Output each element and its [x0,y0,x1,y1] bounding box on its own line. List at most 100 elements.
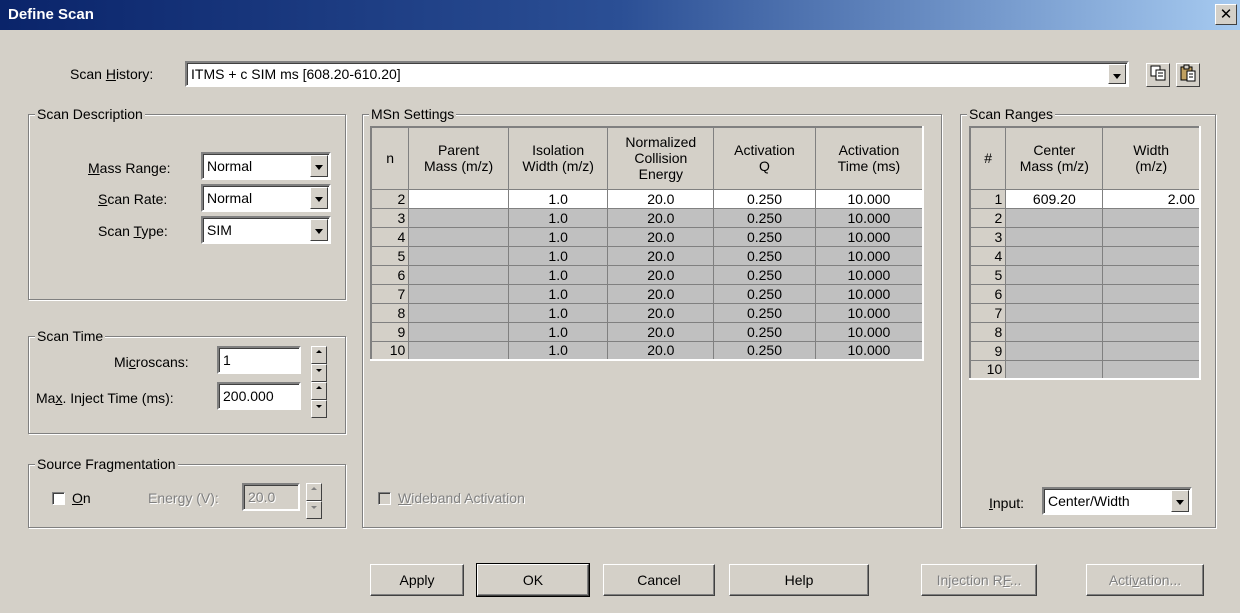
help-button[interactable]: Help [729,564,869,596]
scan-type-select[interactable]: SIM [201,216,331,244]
scan-range-cell-width[interactable]: 2.00 [1102,188,1201,209]
msn-cell-parent[interactable] [408,207,509,228]
msn-cell-q[interactable]: 0.250 [713,245,816,266]
msn-cell-energy[interactable]: 20.0 [607,226,715,247]
wideband-activation-checkbox[interactable] [378,492,391,505]
microscans-spinner[interactable] [311,346,327,382]
msn-cell-time[interactable]: 10.000 [814,302,924,323]
cancel-button[interactable]: Cancel [603,564,715,596]
msn-cell-energy[interactable]: 20.0 [607,207,715,228]
msn-cell-energy[interactable]: 20.0 [607,302,715,323]
msn-cell-energy[interactable]: 20.0 [607,340,715,361]
scan-range-cell-center[interactable] [1005,245,1104,266]
scan-range-cell-center[interactable] [1005,359,1104,380]
msn-cell-isolation[interactable]: 1.0 [507,226,609,247]
spin-down-icon[interactable] [311,364,327,382]
spin-down-icon[interactable] [311,400,327,418]
scan-range-cell-center[interactable] [1005,207,1104,228]
paste-icon[interactable] [1176,63,1200,87]
microscans-input[interactable]: 1 [217,346,301,374]
msn-settings-table[interactable]: n Parent Mass (m/z) Isolation Width (m/z) N… [370,126,924,361]
msn-cell-q[interactable]: 0.250 [713,188,816,209]
chevron-down-icon[interactable] [1171,490,1189,512]
scan-range-cell-center[interactable] [1005,340,1104,361]
spin-down-icon[interactable] [306,501,322,519]
msn-cell-parent[interactable] [408,226,509,247]
close-icon[interactable]: ✕ [1215,4,1237,25]
msn-cell-parent[interactable] [408,283,509,304]
scan-range-cell-width[interactable] [1102,359,1201,380]
ok-button[interactable]: OK [476,563,590,597]
msn-cell-q[interactable]: 0.250 [713,340,816,361]
msn-cell-energy[interactable]: 20.0 [607,245,715,266]
msn-cell-energy[interactable]: 20.0 [607,283,715,304]
scan-range-cell-center[interactable] [1005,264,1104,285]
scan-rate-select[interactable]: Normal [201,184,331,212]
msn-cell-isolation[interactable]: 1.0 [507,340,609,361]
msn-cell-parent[interactable] [408,321,509,342]
max-inject-input[interactable]: 200.000 [217,382,301,410]
scan-range-cell-width[interactable] [1102,245,1201,266]
scan-range-cell-width[interactable] [1102,264,1201,285]
msn-cell-q[interactable]: 0.250 [713,321,816,342]
msn-cell-time[interactable]: 10.000 [814,340,924,361]
scan-range-cell-width[interactable] [1102,207,1201,228]
msn-cell-isolation[interactable]: 1.0 [507,207,609,228]
msn-cell-q[interactable]: 0.250 [713,302,816,323]
injection-rf-button[interactable]: Injection RF... [921,564,1037,596]
msn-cell-isolation[interactable]: 1.0 [507,264,609,285]
scan-range-cell-center[interactable] [1005,302,1104,323]
msn-cell-energy[interactable]: 20.0 [607,188,715,209]
scan-ranges-table[interactable]: # Center Mass (m/z) Width (m/z) 1 609.20 2.0… [969,126,1201,380]
copy-icon[interactable] [1146,63,1170,87]
scan-range-cell-width[interactable] [1102,283,1201,304]
chevron-down-icon[interactable] [310,155,328,177]
msn-cell-energy[interactable]: 20.0 [607,264,715,285]
msn-cell-time[interactable]: 10.000 [814,321,924,342]
activation-button[interactable]: Activation... [1086,564,1204,596]
msn-cell-time[interactable]: 10.000 [814,245,924,266]
energy-spinner[interactable] [306,483,322,519]
chevron-down-icon[interactable] [310,187,328,209]
source-frag-on-checkbox[interactable] [52,492,65,505]
msn-cell-parent[interactable] [408,264,509,285]
input-mode-select[interactable]: Center/Width [1042,487,1192,515]
scan-range-cell-center[interactable] [1005,283,1104,304]
chevron-down-icon[interactable] [1108,64,1126,84]
apply-button[interactable]: Apply [370,564,464,596]
max-inject-spinner[interactable] [311,382,327,418]
msn-cell-isolation[interactable]: 1.0 [507,321,609,342]
spin-up-icon[interactable] [311,346,327,364]
msn-cell-q[interactable]: 0.250 [713,207,816,228]
chevron-down-icon[interactable] [310,219,328,241]
msn-cell-time[interactable]: 10.000 [814,207,924,228]
msn-cell-isolation[interactable]: 1.0 [507,302,609,323]
mass-range-select[interactable]: Normal [201,152,331,180]
scan-range-cell-width[interactable] [1102,340,1201,361]
msn-cell-parent[interactable] [408,245,509,266]
msn-cell-parent[interactable] [408,340,509,361]
msn-cell-q[interactable]: 0.250 [713,264,816,285]
msn-cell-time[interactable]: 10.000 [814,264,924,285]
msn-cell-parent[interactable] [408,302,509,323]
msn-cell-isolation[interactable]: 1.0 [507,283,609,304]
msn-cell-isolation[interactable]: 1.0 [507,188,609,209]
scan-range-cell-width[interactable] [1102,226,1201,247]
msn-cell-q[interactable]: 0.250 [713,283,816,304]
msn-cell-isolation[interactable]: 1.0 [507,245,609,266]
spin-up-icon[interactable] [306,483,322,501]
scan-range-cell-center[interactable]: 609.20 [1005,188,1104,209]
msn-cell-time[interactable]: 10.000 [814,188,924,209]
msn-cell-time[interactable]: 10.000 [814,283,924,304]
spin-up-icon[interactable] [311,382,327,400]
scan-history-combo[interactable]: ITMS + c SIM ms [608.20-610.20] [185,61,1129,87]
scan-range-cell-width[interactable] [1102,302,1201,323]
msn-cell-energy[interactable]: 20.0 [607,321,715,342]
scan-range-cell-width[interactable] [1102,321,1201,342]
energy-input[interactable]: 20.0 [242,483,300,511]
msn-cell-time[interactable]: 10.000 [814,226,924,247]
scan-range-cell-center[interactable] [1005,226,1104,247]
msn-cell-parent[interactable] [408,188,509,209]
msn-cell-q[interactable]: 0.250 [713,226,816,247]
scan-range-cell-center[interactable] [1005,321,1104,342]
